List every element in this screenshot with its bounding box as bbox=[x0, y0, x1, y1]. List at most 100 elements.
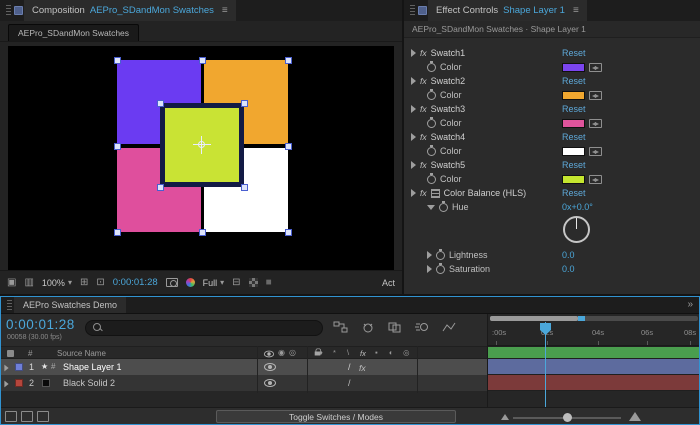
target-region-icon[interactable]: ⊟ bbox=[232, 277, 240, 288]
stopwatch-icon[interactable] bbox=[427, 172, 436, 184]
twirl-icon[interactable] bbox=[4, 364, 9, 372]
region-of-interest-icon[interactable]: ⊡ bbox=[96, 277, 104, 288]
layer-quality-toggle[interactable]: / bbox=[348, 378, 351, 388]
timeline-zoom-handle[interactable] bbox=[563, 413, 572, 422]
selection-handle[interactable] bbox=[241, 184, 248, 191]
comp-viewer[interactable] bbox=[8, 46, 394, 270]
exposure-icon[interactable]: ■ bbox=[266, 277, 272, 288]
fx-badge[interactable]: fx bbox=[420, 188, 427, 198]
dual-view-icon[interactable]: ▥ bbox=[24, 277, 33, 288]
color-swatch[interactable] bbox=[562, 90, 585, 100]
layer-fx-toggle[interactable]: fx bbox=[359, 363, 366, 373]
layer-name[interactable]: Black Solid 2 bbox=[63, 378, 115, 388]
tab-effect-controls[interactable]: Effect Controls Shape Layer 1 ≡ bbox=[428, 0, 587, 21]
stopwatch-icon[interactable] bbox=[427, 116, 436, 128]
effect-header-swatch5[interactable]: fx Swatch5 Reset bbox=[404, 158, 700, 172]
selection-handle[interactable] bbox=[199, 57, 206, 64]
color-swatch[interactable] bbox=[562, 62, 585, 72]
layer-visibility-toggle[interactable] bbox=[264, 379, 276, 387]
selection-handle[interactable] bbox=[285, 143, 292, 150]
reset-link[interactable]: Reset bbox=[562, 104, 586, 114]
stopwatch-icon[interactable] bbox=[439, 200, 448, 212]
fx-badge[interactable]: fx bbox=[420, 104, 427, 114]
layer-label-color[interactable] bbox=[15, 379, 23, 387]
twirl-icon[interactable] bbox=[411, 161, 416, 169]
anchor-point-icon[interactable] bbox=[193, 136, 211, 154]
current-timecode[interactable]: 0:00:01:28 bbox=[6, 317, 75, 332]
resolution-select[interactable]: Full ▾ bbox=[203, 278, 225, 288]
frame-blend-icon[interactable] bbox=[388, 321, 402, 333]
toggle-switches-modes-button[interactable]: Toggle Switches / Modes bbox=[216, 410, 456, 423]
selection-handle[interactable] bbox=[157, 100, 164, 107]
expand-layer-switches-icon[interactable] bbox=[5, 411, 17, 422]
timeline-search[interactable] bbox=[85, 320, 323, 336]
zoom-in-mountain-icon[interactable] bbox=[629, 412, 641, 421]
layer-bar-1[interactable] bbox=[488, 359, 699, 375]
effect-header-color-balance[interactable]: fx Color Balance (HLS) Reset bbox=[404, 186, 700, 200]
motion-blur-icon[interactable] bbox=[415, 321, 429, 333]
panel-menu-icon[interactable]: ≡ bbox=[222, 5, 228, 16]
color-swatch[interactable] bbox=[562, 174, 585, 184]
eyedropper-icon[interactable] bbox=[589, 174, 602, 184]
saturation-value[interactable]: 0.0 bbox=[562, 264, 575, 274]
zoom-select[interactable]: 100% ▾ bbox=[42, 278, 72, 288]
layer-bar-2[interactable] bbox=[488, 375, 699, 391]
tab-timeline[interactable]: AEPro Swatches Demo bbox=[14, 297, 127, 313]
selection-handle[interactable] bbox=[199, 229, 206, 236]
panel-grip-icon[interactable] bbox=[6, 5, 11, 16]
twirl-icon[interactable] bbox=[427, 251, 432, 259]
reset-link[interactable]: Reset bbox=[562, 132, 586, 142]
graph-editor-icon[interactable] bbox=[442, 321, 456, 333]
effect-header-swatch2[interactable]: fx Swatch2 Reset bbox=[404, 74, 700, 88]
show-channel-icon[interactable] bbox=[185, 278, 195, 287]
mini-flowchart-icon[interactable] bbox=[333, 321, 348, 333]
layer-visibility-toggle[interactable] bbox=[264, 363, 276, 371]
zoom-out-mountain-icon[interactable] bbox=[501, 414, 509, 420]
selection-handle[interactable] bbox=[285, 229, 292, 236]
selection-handle[interactable] bbox=[114, 57, 121, 64]
time-ruler[interactable]: :00s 02s 04s 06s 08s bbox=[488, 322, 699, 346]
column-hash[interactable]: # bbox=[28, 349, 32, 358]
time-navigator-bar[interactable] bbox=[490, 316, 578, 321]
snapshot-camera-icon[interactable] bbox=[165, 278, 178, 287]
effect-header-swatch3[interactable]: fx Swatch3 Reset bbox=[404, 102, 700, 116]
twirl-icon[interactable] bbox=[411, 49, 416, 57]
stopwatch-icon[interactable] bbox=[427, 60, 436, 72]
twirl-icon[interactable] bbox=[427, 265, 432, 273]
stopwatch-icon[interactable] bbox=[427, 88, 436, 100]
selection-handle[interactable] bbox=[114, 229, 121, 236]
fx-badge[interactable]: fx bbox=[420, 48, 427, 58]
effect-header-swatch4[interactable]: fx Swatch4 Reset bbox=[404, 130, 700, 144]
layer-row-2[interactable]: 2 Black Solid 2 / bbox=[1, 375, 487, 391]
twirl-icon[interactable] bbox=[411, 189, 416, 197]
safe-guides-icon[interactable]: ⊞ bbox=[80, 277, 88, 288]
panel-grip-icon[interactable] bbox=[410, 5, 415, 16]
twirl-icon[interactable] bbox=[411, 105, 416, 113]
tab-composition[interactable]: Composition AEPro_SDandMon Swatches ≡ bbox=[24, 0, 236, 21]
comp-timecode[interactable]: 0:00:01:28 bbox=[113, 277, 158, 288]
expand-in-out-icon[interactable] bbox=[37, 411, 49, 422]
hide-shy-icon[interactable] bbox=[361, 321, 375, 333]
eyedropper-icon[interactable] bbox=[589, 90, 602, 100]
selection-handle[interactable] bbox=[285, 57, 292, 64]
search-input[interactable] bbox=[107, 323, 315, 333]
reset-link[interactable]: Reset bbox=[562, 48, 586, 58]
stopwatch-icon[interactable] bbox=[427, 144, 436, 156]
panel-grip-icon[interactable] bbox=[7, 300, 12, 311]
comp-navigator-tab[interactable]: AEPro_SDandMon Swatches bbox=[8, 24, 140, 41]
reset-link[interactable]: Reset bbox=[562, 188, 586, 198]
reset-link[interactable]: Reset bbox=[562, 76, 586, 86]
selection-handle[interactable] bbox=[157, 184, 164, 191]
layer-quality-toggle[interactable]: / bbox=[348, 362, 351, 372]
eyedropper-icon[interactable] bbox=[589, 62, 602, 72]
time-navigator-handle[interactable] bbox=[578, 316, 585, 321]
fx-badge[interactable]: fx bbox=[420, 160, 427, 170]
layer-row-1[interactable]: 1 ★ # Shape Layer 1 / fx bbox=[1, 359, 487, 375]
selection-handle[interactable] bbox=[114, 143, 121, 150]
layer-name[interactable]: Shape Layer 1 bbox=[63, 362, 122, 372]
stopwatch-icon[interactable] bbox=[436, 262, 445, 274]
eyedropper-icon[interactable] bbox=[589, 118, 602, 128]
twirl-open-icon[interactable] bbox=[427, 204, 435, 210]
expand-transfer-controls-icon[interactable] bbox=[21, 411, 33, 422]
reset-link[interactable]: Reset bbox=[562, 160, 586, 170]
